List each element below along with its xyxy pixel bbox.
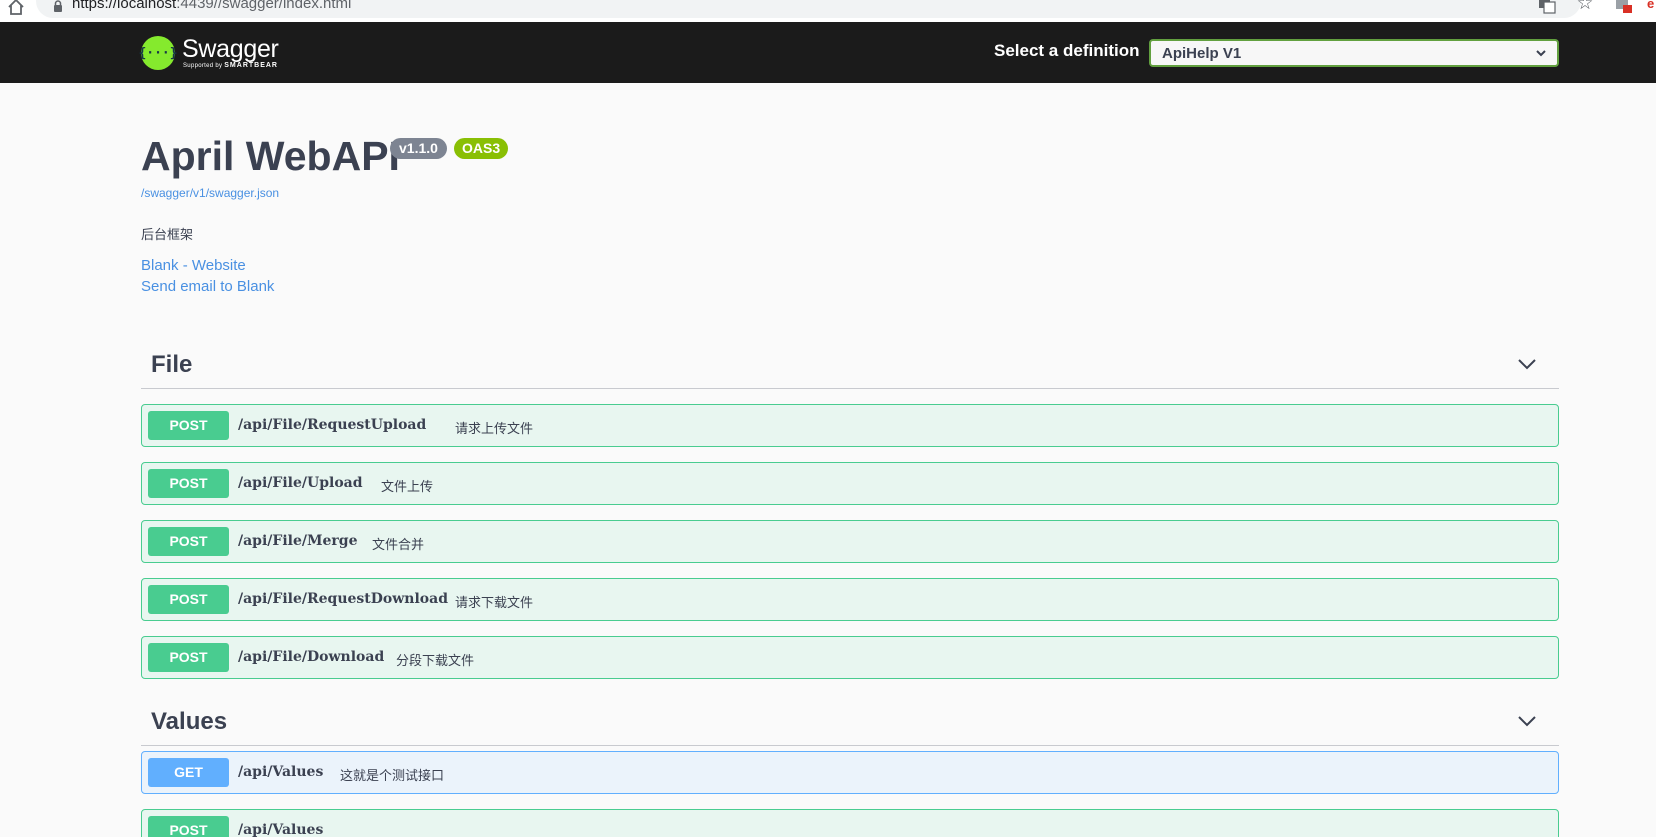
- website-link[interactable]: Blank - Website: [141, 257, 246, 274]
- opblock-post-upload[interactable]: POST /api/File/Upload 文件上传: [141, 462, 1559, 505]
- method-badge: POST: [148, 469, 229, 498]
- operation-summary: 请求下载文件: [455, 595, 534, 610]
- method-badge: POST: [148, 527, 229, 556]
- opblock-post-download[interactable]: POST /api/File/Download 分段下载文件: [141, 636, 1559, 679]
- swagger-logo[interactable]: {···} Swagger Supported by SMARTBEAR: [138, 33, 279, 73]
- bookmark-star-icon[interactable]: ☆: [1575, 0, 1595, 14]
- method-badge: GET: [148, 758, 229, 787]
- operation-path: /api/File/Download: [238, 649, 385, 665]
- chevron-down-icon: [1536, 50, 1546, 57]
- opblock-post-values[interactable]: POST /api/Values: [141, 809, 1559, 837]
- opblock-post-request-download[interactable]: POST /api/File/RequestDownload 请求下载文件: [141, 578, 1559, 621]
- opblock-get-values[interactable]: GET /api/Values 这就是个测试接口: [141, 751, 1559, 794]
- operation-path: /api/Values: [238, 764, 324, 780]
- operation-summary: 分段下载文件: [396, 653, 475, 668]
- operation-summary: 文件合并: [372, 537, 425, 552]
- lock-icon: [54, 0, 62, 12]
- operation-path: /api/File/Upload: [238, 475, 363, 491]
- tag-header-values[interactable]: Values: [141, 700, 1559, 746]
- swagger-topbar: {···} Swagger Supported by SMARTBEAR Sel…: [0, 22, 1656, 83]
- swagger-logo-text: Swagger Supported by SMARTBEAR: [182, 36, 279, 70]
- extension-icon[interactable]: [1615, 0, 1633, 14]
- home-icon[interactable]: [6, 0, 26, 17]
- swagger-logo-icon: {···}: [138, 36, 178, 70]
- logo-name: Swagger: [182, 35, 279, 63]
- definition-label: Select a definition: [994, 41, 1140, 60]
- url-text[interactable]: https://localhost:4439//swagger/index.ht…: [72, 0, 351, 12]
- chevron-down-icon[interactable]: [1517, 357, 1537, 371]
- definition-select[interactable]: ApiHelp V1: [1149, 39, 1559, 67]
- operation-path: /api/File/RequestDownload: [238, 591, 448, 607]
- operation-summary: 这就是个测试接口: [340, 768, 445, 783]
- oas-badge: OAS3: [454, 138, 509, 159]
- tag-title: File: [151, 351, 193, 378]
- operation-path: /api/Values: [238, 822, 324, 837]
- tag-header-file[interactable]: File: [141, 343, 1559, 389]
- opblock-post-request-upload[interactable]: POST /api/File/RequestUpload 请求上传文件: [141, 404, 1559, 447]
- method-badge: POST: [148, 816, 229, 837]
- email-link[interactable]: Send email to Blank: [141, 278, 274, 295]
- translate-icon[interactable]: [1538, 0, 1556, 14]
- api-description: 后台框架: [141, 227, 194, 242]
- logo-subtitle: Supported by SMARTBEAR: [183, 62, 278, 69]
- method-badge: POST: [148, 411, 229, 440]
- operation-summary: 文件上传: [381, 479, 434, 494]
- operation-summary: 请求上传文件: [455, 421, 534, 436]
- chevron-down-icon[interactable]: [1517, 714, 1537, 728]
- method-badge: POST: [148, 643, 229, 672]
- extension-icon-partial[interactable]: e: [1647, 0, 1656, 11]
- method-badge: POST: [148, 585, 229, 614]
- spec-url-link[interactable]: /swagger/v1/swagger.json: [141, 186, 279, 200]
- definition-select-value: ApiHelp V1: [1162, 45, 1242, 62]
- version-badge: v1.1.0: [390, 138, 447, 159]
- operation-path: /api/File/Merge: [238, 533, 358, 549]
- tag-title: Values: [151, 708, 228, 735]
- page-title: April WebAPI: [141, 133, 400, 179]
- opblock-post-merge[interactable]: POST /api/File/Merge 文件合并: [141, 520, 1559, 563]
- browser-address-bar: https://localhost:4439//swagger/index.ht…: [0, 0, 1656, 22]
- operation-path: /api/File/RequestUpload: [238, 417, 427, 433]
